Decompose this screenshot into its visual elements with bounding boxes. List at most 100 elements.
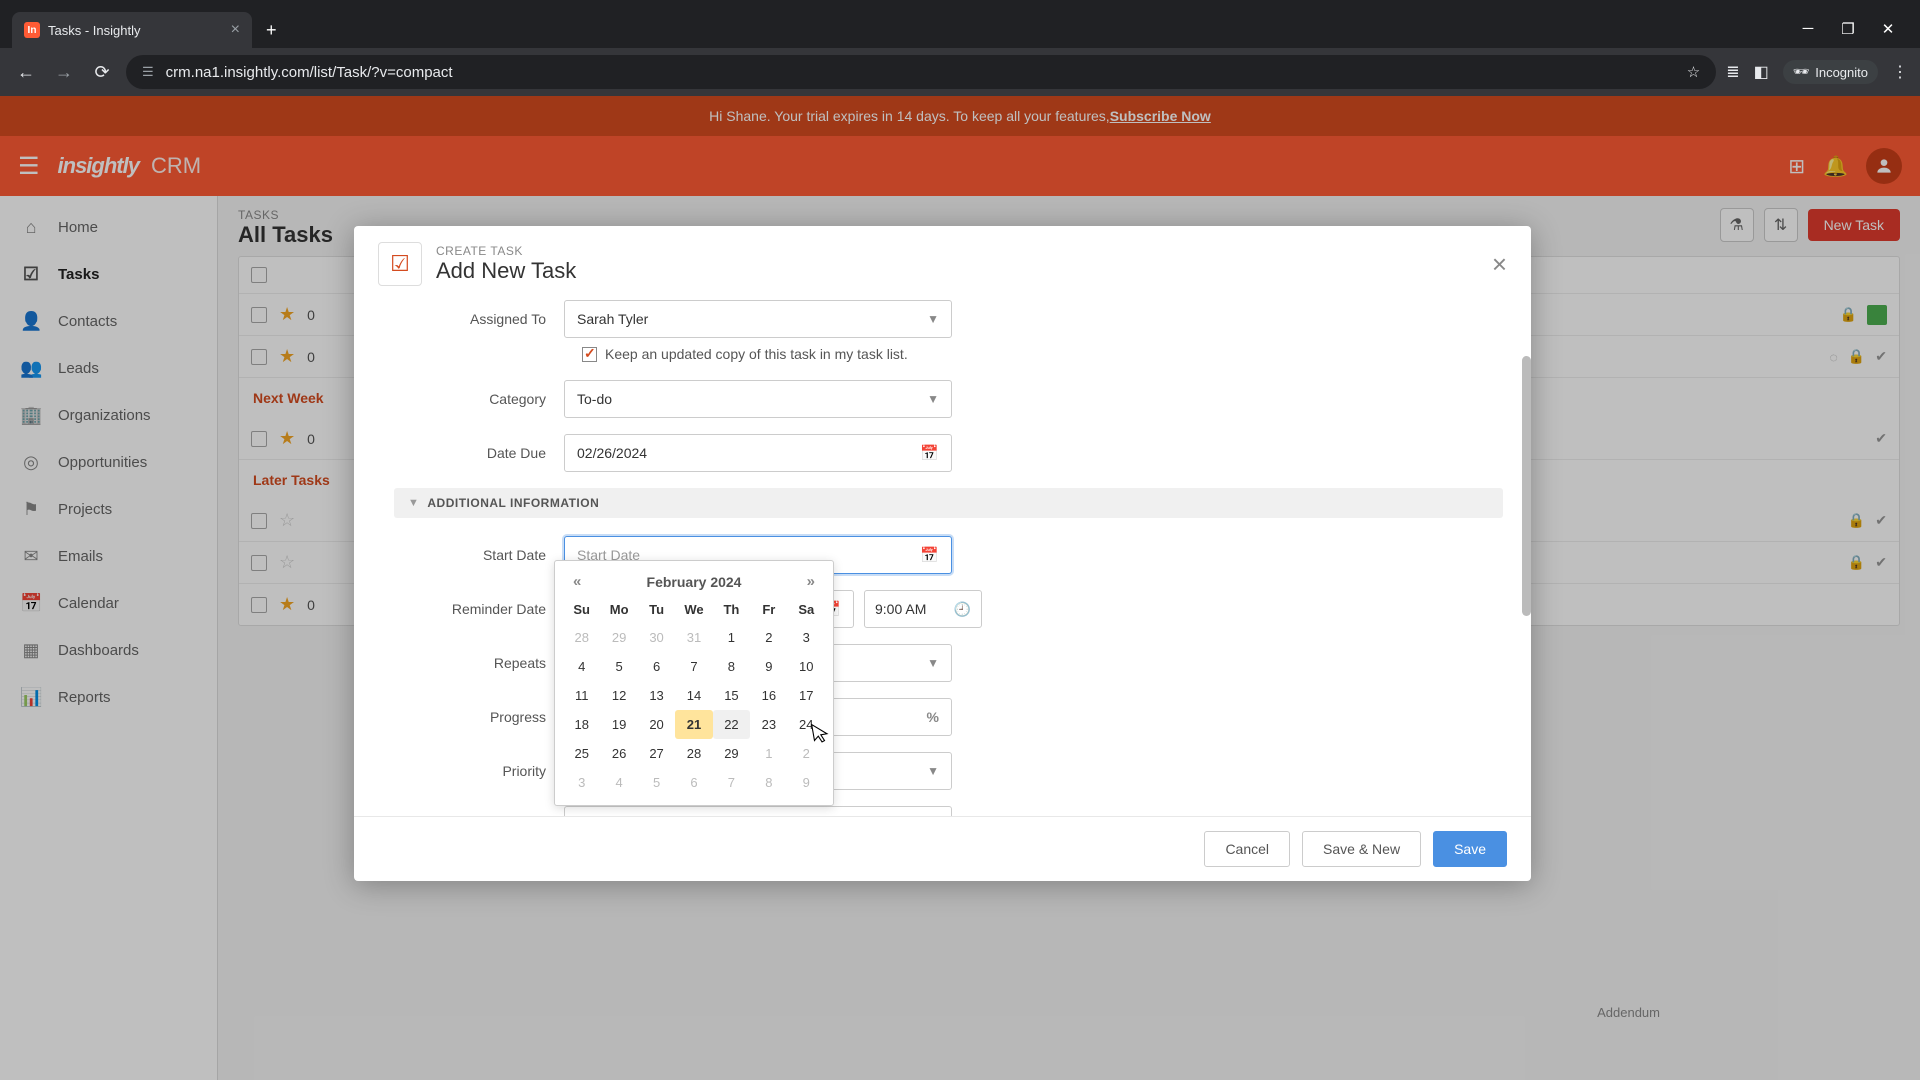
extensions-icon[interactable]: ≣ bbox=[1726, 62, 1739, 82]
datepicker-day[interactable]: 9 bbox=[750, 652, 787, 681]
datepicker-month-label[interactable]: February 2024 bbox=[647, 574, 742, 590]
keep-copy-checkbox-row[interactable]: Keep an updated copy of this task in my … bbox=[582, 346, 1503, 362]
modal-scrollbar[interactable] bbox=[1521, 348, 1531, 754]
datepicker-day[interactable]: 30 bbox=[638, 623, 675, 652]
save-button[interactable]: Save bbox=[1433, 831, 1507, 867]
datepicker-day[interactable]: 4 bbox=[563, 652, 600, 681]
url-text: crm.na1.insightly.com/list/Task/?v=compa… bbox=[166, 64, 453, 81]
datepicker-day[interactable]: 2 bbox=[750, 623, 787, 652]
datepicker-day[interactable]: 28 bbox=[563, 623, 600, 652]
datepicker-day[interactable]: 10 bbox=[788, 652, 825, 681]
scroll-thumb[interactable] bbox=[1522, 356, 1531, 616]
datepicker-day[interactable]: 2 bbox=[788, 739, 825, 768]
chrome-menu-icon[interactable]: ⋮ bbox=[1892, 62, 1908, 82]
save-new-button[interactable]: Save & New bbox=[1302, 831, 1421, 867]
reminder-time-input[interactable]: 9:00 AM 🕘 bbox=[864, 590, 982, 628]
datepicker-day[interactable]: 1 bbox=[713, 623, 750, 652]
close-window-icon[interactable]: ✕ bbox=[1876, 20, 1900, 38]
datepicker-day[interactable]: 27 bbox=[638, 739, 675, 768]
datepicker-day[interactable]: 17 bbox=[788, 681, 825, 710]
tab-title: Tasks - Insightly bbox=[48, 23, 223, 38]
datepicker-day[interactable]: 24 bbox=[788, 710, 825, 739]
datepicker-dow: Su bbox=[563, 596, 600, 623]
incognito-badge[interactable]: 🕶 Incognito bbox=[1783, 60, 1878, 84]
datepicker-day[interactable]: 14 bbox=[675, 681, 712, 710]
browser-tab[interactable]: In Tasks - Insightly × bbox=[12, 12, 252, 48]
datepicker-day[interactable]: 5 bbox=[600, 652, 637, 681]
tab-close-icon[interactable]: × bbox=[231, 21, 240, 39]
section-additional-info[interactable]: ▼ ADDITIONAL INFORMATION bbox=[394, 488, 1503, 518]
datepicker-day[interactable]: 31 bbox=[675, 623, 712, 652]
task-modal-icon: ☑ bbox=[378, 242, 422, 286]
datepicker-next-button[interactable]: » bbox=[807, 573, 815, 590]
datepicker-day[interactable]: 29 bbox=[600, 623, 637, 652]
datepicker-dow: Sa bbox=[788, 596, 825, 623]
datepicker-day[interactable]: 7 bbox=[675, 652, 712, 681]
datepicker-day[interactable]: 12 bbox=[600, 681, 637, 710]
collapse-icon: ▼ bbox=[408, 497, 419, 509]
label-category: Category bbox=[394, 391, 564, 407]
datepicker-day[interactable]: 26 bbox=[600, 739, 637, 768]
datepicker-day[interactable]: 9 bbox=[788, 768, 825, 797]
label-start-date: Start Date bbox=[394, 547, 564, 563]
datepicker-day[interactable]: 6 bbox=[675, 768, 712, 797]
site-info-icon[interactable]: ☰ bbox=[142, 64, 154, 80]
datepicker-day[interactable]: 15 bbox=[713, 681, 750, 710]
datepicker-day[interactable]: 4 bbox=[600, 768, 637, 797]
side-panel-icon[interactable]: ◧ bbox=[1754, 62, 1769, 82]
assigned-to-select[interactable]: Sarah Tyler ▼ bbox=[564, 300, 952, 338]
label-priority: Priority bbox=[394, 763, 564, 779]
datepicker-day[interactable]: 5 bbox=[638, 768, 675, 797]
percent-icon: % bbox=[927, 709, 939, 725]
status-select[interactable]: ▼ bbox=[564, 806, 952, 816]
date-due-input[interactable]: 02/26/2024 📅 bbox=[564, 434, 952, 472]
label-repeats: Repeats bbox=[394, 655, 564, 671]
label-date-due: Date Due bbox=[394, 445, 564, 461]
calendar-icon[interactable]: 📅 bbox=[920, 444, 939, 462]
minimize-icon[interactable]: ─ bbox=[1796, 20, 1820, 38]
datepicker-dow: Mo bbox=[600, 596, 637, 623]
clock-icon: 🕘 bbox=[954, 601, 971, 618]
modal-subtitle: CREATE TASK bbox=[436, 244, 576, 258]
datepicker-prev-button[interactable]: « bbox=[573, 573, 581, 590]
datepicker-day[interactable]: 28 bbox=[675, 739, 712, 768]
datepicker-day[interactable]: 25 bbox=[563, 739, 600, 768]
datepicker-day[interactable]: 19 bbox=[600, 710, 637, 739]
datepicker-popup: « February 2024 » SuMoTuWeThFrSa28293031… bbox=[554, 560, 834, 806]
datepicker-day[interactable]: 29 bbox=[713, 739, 750, 768]
bookmark-star-icon[interactable]: ☆ bbox=[1687, 63, 1700, 81]
datepicker-dow: Fr bbox=[750, 596, 787, 623]
browser-nav-bar: ← → ⟳ ☰ crm.na1.insightly.com/list/Task/… bbox=[0, 48, 1920, 96]
datepicker-day[interactable]: 1 bbox=[750, 739, 787, 768]
datepicker-day[interactable]: 7 bbox=[713, 768, 750, 797]
datepicker-day[interactable]: 22 bbox=[713, 710, 750, 739]
datepicker-day[interactable]: 3 bbox=[563, 768, 600, 797]
datepicker-day[interactable]: 3 bbox=[788, 623, 825, 652]
datepicker-day[interactable]: 13 bbox=[638, 681, 675, 710]
chevron-down-icon: ▼ bbox=[927, 656, 939, 670]
datepicker-day[interactable]: 11 bbox=[563, 681, 600, 710]
datepicker-day[interactable]: 6 bbox=[638, 652, 675, 681]
modal-close-icon[interactable]: × bbox=[1492, 249, 1507, 280]
new-tab-button[interactable]: + bbox=[252, 12, 291, 48]
datepicker-day[interactable]: 18 bbox=[563, 710, 600, 739]
address-bar[interactable]: ☰ crm.na1.insightly.com/list/Task/?v=com… bbox=[126, 55, 1716, 89]
reload-icon[interactable]: ⟳ bbox=[88, 62, 116, 83]
datepicker-day[interactable]: 23 bbox=[750, 710, 787, 739]
back-icon[interactable]: ← bbox=[12, 62, 40, 83]
datepicker-day[interactable]: 8 bbox=[713, 652, 750, 681]
calendar-icon[interactable]: 📅 bbox=[920, 546, 939, 564]
maximize-icon[interactable]: ❐ bbox=[1836, 20, 1860, 38]
chevron-down-icon: ▼ bbox=[927, 392, 939, 406]
datepicker-day[interactable]: 21 bbox=[675, 710, 712, 739]
datepicker-dow: We bbox=[675, 596, 712, 623]
keep-copy-checkbox[interactable] bbox=[582, 347, 597, 362]
label-reminder-date: Reminder Date bbox=[394, 601, 564, 617]
category-select[interactable]: To-do ▼ bbox=[564, 380, 952, 418]
datepicker-day[interactable]: 20 bbox=[638, 710, 675, 739]
cancel-button[interactable]: Cancel bbox=[1204, 831, 1290, 867]
label-progress: Progress bbox=[394, 709, 564, 725]
chevron-down-icon: ▼ bbox=[927, 312, 939, 326]
datepicker-day[interactable]: 8 bbox=[750, 768, 787, 797]
datepicker-day[interactable]: 16 bbox=[750, 681, 787, 710]
